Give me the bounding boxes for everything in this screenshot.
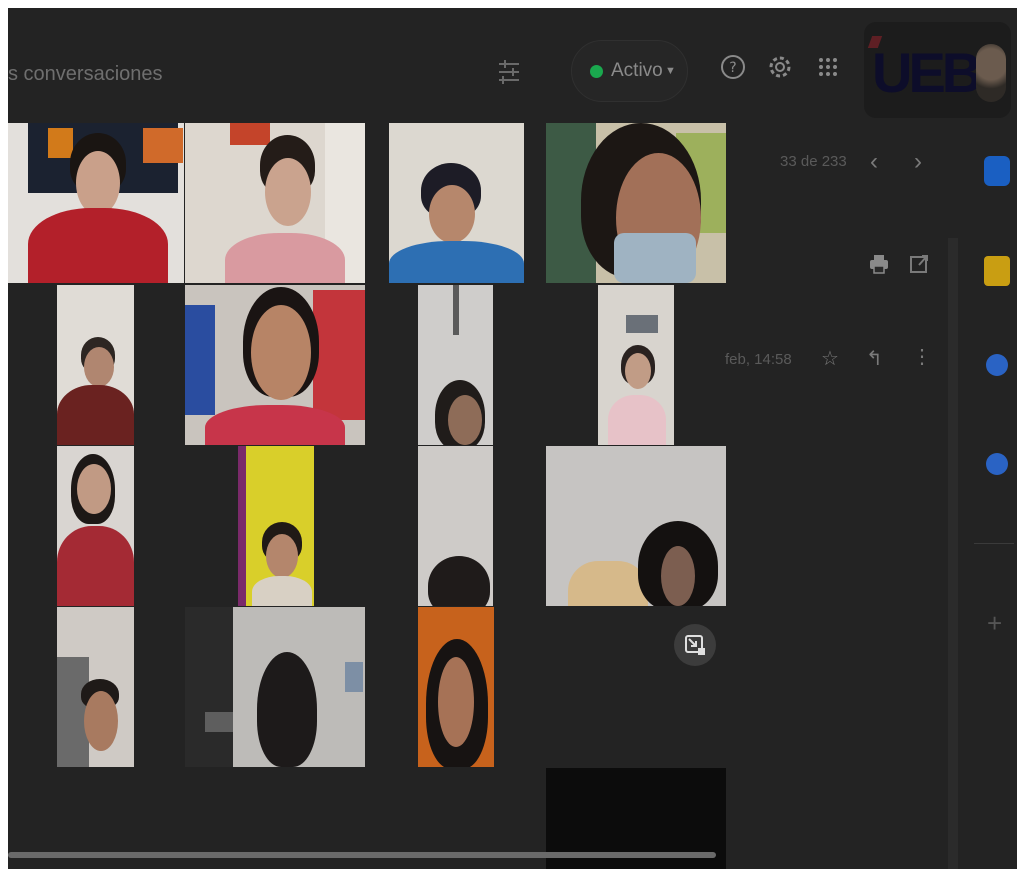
search-input[interactable]: s conversaciones: [8, 63, 163, 86]
video-tile[interactable]: [418, 446, 493, 606]
video-tile[interactable]: [57, 607, 134, 767]
video-tile[interactable]: [185, 123, 365, 283]
add-icon[interactable]: +: [987, 608, 1002, 639]
status-dot: [590, 65, 603, 78]
video-tile[interactable]: [389, 123, 524, 283]
video-tile[interactable]: [598, 285, 674, 445]
video-tile[interactable]: [238, 446, 314, 606]
video-tile[interactable]: [418, 285, 493, 445]
star-icon[interactable]: ☆: [821, 346, 843, 370]
keep-icon[interactable]: [984, 256, 1010, 286]
open-new-window-icon[interactable]: [908, 253, 930, 275]
video-tile[interactable]: [185, 607, 365, 767]
settings-icon[interactable]: [765, 52, 795, 82]
panel-divider: [948, 238, 958, 869]
video-tile[interactable]: [185, 285, 365, 445]
caret-down-icon: ▼: [665, 65, 676, 77]
calendar-icon[interactable]: [984, 156, 1010, 186]
avatar[interactable]: [976, 44, 1006, 102]
message-counter: 33 de 233: [780, 153, 847, 170]
more-vert-icon[interactable]: ⋮: [912, 344, 934, 368]
contacts-icon[interactable]: [986, 453, 1008, 475]
video-tile[interactable]: [57, 285, 134, 445]
brand-logo: UEB: [872, 41, 982, 104]
screen: s conversaciones Activo ▼ ? UEB 33 de 23…: [8, 8, 1017, 869]
status-selector[interactable]: Activo ▼: [571, 40, 688, 102]
video-tile[interactable]: [418, 607, 494, 767]
message-date: feb, 14:58: [725, 351, 792, 368]
reply-icon[interactable]: ↰: [866, 346, 888, 370]
video-tile[interactable]: [546, 446, 726, 606]
horizontal-scrollbar[interactable]: [8, 852, 716, 858]
status-label: Activo: [611, 60, 663, 81]
minimize-icon: [685, 635, 705, 655]
help-icon[interactable]: ?: [718, 52, 748, 82]
tune-icon[interactable]: [496, 58, 522, 86]
video-tile[interactable]: [57, 446, 134, 606]
tasks-icon[interactable]: [986, 354, 1008, 376]
account-badge[interactable]: UEB: [864, 22, 1011, 118]
side-divider: [974, 543, 1014, 544]
minimize-button[interactable]: [674, 624, 716, 666]
chevron-left-icon[interactable]: ‹: [870, 148, 878, 176]
print-icon[interactable]: [868, 253, 890, 275]
svg-text:?: ?: [729, 60, 736, 76]
chevron-right-icon[interactable]: ›: [914, 148, 922, 176]
video-tile[interactable]: [546, 123, 726, 283]
apps-icon[interactable]: [813, 52, 843, 82]
video-tile[interactable]: [8, 123, 184, 283]
